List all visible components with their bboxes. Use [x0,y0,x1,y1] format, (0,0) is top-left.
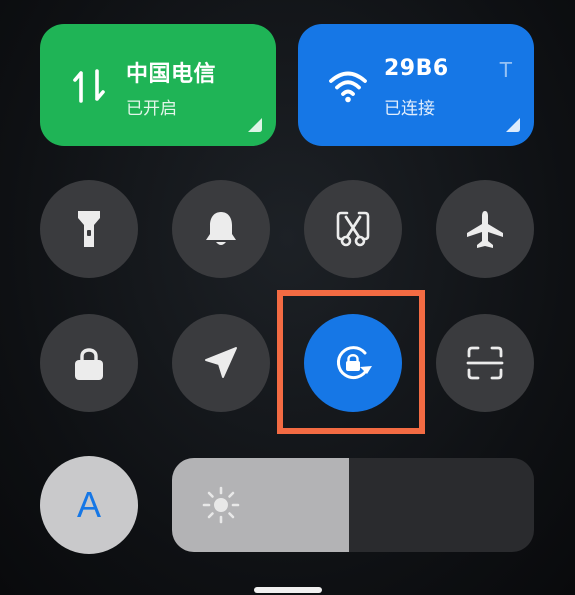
auto-brightness-label: A [76,484,101,525]
data-transfer-icon [73,69,105,103]
flashlight-toggle[interactable] [40,180,138,278]
control-center: 中国电信 已开启 29B6 T 已连接 A [0,0,575,595]
wifi-ssid-overflow: T [499,58,512,82]
expand-corner-icon[interactable] [506,118,520,132]
silent-toggle[interactable] [172,180,270,278]
auto-brightness-button[interactable]: A [40,456,138,554]
lock-screen-toggle[interactable] [40,314,138,412]
location-arrow-icon [205,347,237,378]
brightness-slider[interactable] [172,458,534,552]
location-toggle[interactable] [172,314,270,412]
bell-icon [206,212,236,245]
airplane-icon [467,211,503,248]
highlight-frame [277,290,425,434]
expand-corner-icon[interactable] [248,118,262,132]
sun-icon [202,486,240,524]
wifi-status: 已连接 [384,99,435,119]
airplane-mode-toggle[interactable] [436,180,534,278]
wifi-tile[interactable]: 29B6 T 已连接 [298,24,534,146]
brightness-fill [172,458,350,552]
lock-icon [75,348,103,380]
home-indicator[interactable] [254,587,322,593]
scan-frame-icon [466,346,504,380]
mobile-data-title: 中国电信 [126,62,217,87]
mobile-data-tile[interactable]: 中国电信 已开启 [40,24,276,146]
flashlight-icon [78,211,100,247]
wifi-icon [329,71,367,103]
scanner-toggle[interactable] [436,314,534,412]
screenshot-toggle[interactable] [304,180,402,278]
mobile-data-status: 已开启 [126,99,177,119]
wifi-ssid: 29B6 [384,56,449,81]
scissors-screenshot-icon [336,211,370,247]
